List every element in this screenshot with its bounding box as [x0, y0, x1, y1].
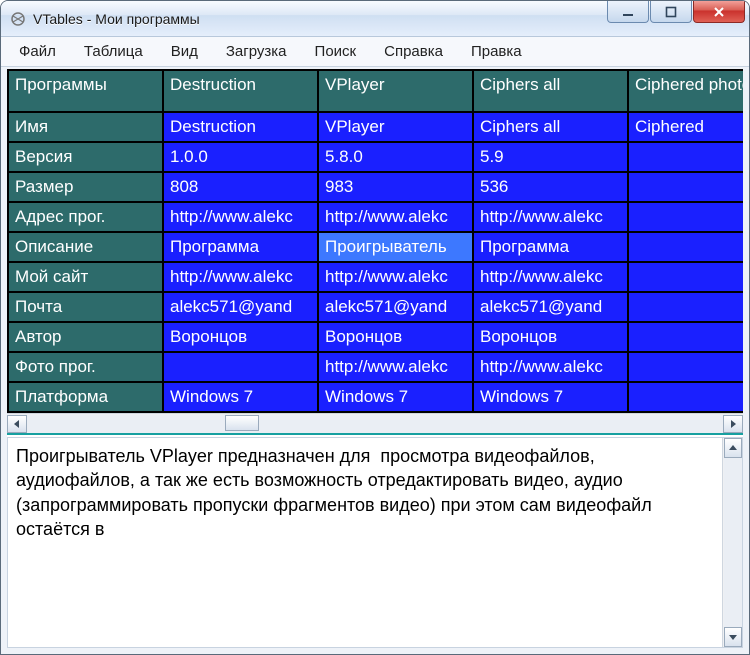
scroll-track[interactable]: [27, 415, 723, 433]
grid-cell[interactable]: alekc571@yand: [473, 292, 628, 322]
grid-row-header[interactable]: Адрес прог.: [8, 202, 163, 232]
scroll-right-button[interactable]: [723, 415, 743, 433]
grid-cell[interactable]: [628, 142, 743, 172]
grid-cell[interactable]: [628, 202, 743, 232]
grid-col-header[interactable]: Destruction: [163, 70, 318, 112]
grid-row-header[interactable]: Имя: [8, 112, 163, 142]
grid-cell[interactable]: Воронцов: [318, 322, 473, 352]
grid-row: Платформа Windows 7 Windows 7 Windows 7: [8, 382, 743, 412]
window-buttons: [606, 1, 749, 36]
grid-cell[interactable]: http://www.alekc: [318, 262, 473, 292]
app-window: VTables - Мои программы Файл Таблица Вид…: [0, 0, 750, 655]
grid-row: Версия 1.0.0 5.8.0 5.9: [8, 142, 743, 172]
scroll-up-button[interactable]: [724, 438, 742, 458]
grid-cell[interactable]: 983: [318, 172, 473, 202]
titlebar: VTables - Мои программы: [1, 1, 749, 37]
menu-table[interactable]: Таблица: [72, 39, 155, 64]
grid-cell[interactable]: Windows 7: [163, 382, 318, 412]
grid-cell[interactable]: http://www.alekc: [163, 202, 318, 232]
grid-row: Размер 808 983 536: [8, 172, 743, 202]
data-grid[interactable]: Программы Destruction VPlayer Ciphers al…: [7, 69, 743, 413]
minimize-button[interactable]: [607, 1, 649, 23]
grid-cell[interactable]: [163, 352, 318, 382]
grid-cell[interactable]: http://www.alekc: [163, 262, 318, 292]
grid-cell[interactable]: Destruction: [163, 112, 318, 142]
grid-header-row: Программы Destruction VPlayer Ciphers al…: [8, 70, 743, 112]
grid-row-header[interactable]: Автор: [8, 322, 163, 352]
grid-cell[interactable]: 808: [163, 172, 318, 202]
grid-row: Фото прог. http://www.alekc http://www.a…: [8, 352, 743, 382]
grid-cell[interactable]: Windows 7: [473, 382, 628, 412]
grid-cell[interactable]: 5.9: [473, 142, 628, 172]
grid-row-header[interactable]: Фото прог.: [8, 352, 163, 382]
grid-cell[interactable]: alekc571@yand: [163, 292, 318, 322]
grid-row: Описание Программа Проигрыватель Програм…: [8, 232, 743, 262]
client-area: Программы Destruction VPlayer Ciphers al…: [7, 69, 743, 648]
grid-row-header[interactable]: Почта: [8, 292, 163, 322]
scroll-thumb[interactable]: [225, 415, 259, 431]
grid-cell[interactable]: Ciphered: [628, 112, 743, 142]
grid-row-header[interactable]: Мой сайт: [8, 262, 163, 292]
grid-cell[interactable]: http://www.alekc: [318, 352, 473, 382]
grid-cell[interactable]: Программа: [163, 232, 318, 262]
menu-edit[interactable]: Правка: [459, 39, 534, 64]
grid-cell[interactable]: http://www.alekc: [473, 262, 628, 292]
scroll-track-vertical[interactable]: [724, 458, 742, 627]
scroll-left-button[interactable]: [7, 415, 27, 433]
menu-view[interactable]: Вид: [159, 39, 210, 64]
grid-col-header[interactable]: VPlayer: [318, 70, 473, 112]
grid-row: Адрес прог. http://www.alekc http://www.…: [8, 202, 743, 232]
grid-cell[interactable]: [628, 232, 743, 262]
grid-cell-selected[interactable]: Проигрыватель: [318, 232, 473, 262]
grid-cell[interactable]: 1.0.0: [163, 142, 318, 172]
window-title: VTables - Мои программы: [33, 11, 606, 27]
menu-file[interactable]: Файл: [7, 39, 68, 64]
grid-cell[interactable]: Windows 7: [318, 382, 473, 412]
grid-cell[interactable]: [628, 292, 743, 322]
grid-cell[interactable]: [628, 322, 743, 352]
grid-corner-cell[interactable]: Программы: [8, 70, 163, 112]
grid-cell[interactable]: 5.8.0: [318, 142, 473, 172]
menu-search[interactable]: Поиск: [303, 39, 369, 64]
grid-row: Имя Destruction VPlayer Ciphers all Ciph…: [8, 112, 743, 142]
menu-load[interactable]: Загрузка: [214, 39, 299, 64]
grid-row-header[interactable]: Платформа: [8, 382, 163, 412]
grid-row-header[interactable]: Размер: [8, 172, 163, 202]
grid-cell[interactable]: Программа: [473, 232, 628, 262]
grid-row: Автор Воронцов Воронцов Воронцов: [8, 322, 743, 352]
vertical-scrollbar[interactable]: [722, 438, 742, 647]
grid-col-header[interactable]: Ciphers all: [473, 70, 628, 112]
grid-cell[interactable]: http://www.alekc: [318, 202, 473, 232]
description-panel: Проигрыватель VPlayer предназначен для п…: [7, 437, 743, 648]
scroll-down-button[interactable]: [724, 627, 742, 647]
app-icon: [9, 10, 27, 28]
grid-cell[interactable]: [628, 262, 743, 292]
grid-cell[interactable]: [628, 382, 743, 412]
grid-cell[interactable]: Ciphers all: [473, 112, 628, 142]
grid-row-header[interactable]: Версия: [8, 142, 163, 172]
grid-cell[interactable]: 536: [473, 172, 628, 202]
grid-cell[interactable]: Воронцов: [473, 322, 628, 352]
grid-cell[interactable]: [628, 172, 743, 202]
grid-cell[interactable]: [628, 352, 743, 382]
description-text[interactable]: Проигрыватель VPlayer предназначен для п…: [8, 438, 722, 647]
grid-cell[interactable]: alekc571@yand: [318, 292, 473, 322]
grid-row-header[interactable]: Описание: [8, 232, 163, 262]
horizontal-scrollbar[interactable]: [7, 413, 743, 433]
grid-cell[interactable]: VPlayer: [318, 112, 473, 142]
menu-help[interactable]: Справка: [372, 39, 455, 64]
grid-row: Мой сайт http://www.alekc http://www.ale…: [8, 262, 743, 292]
grid-container: Программы Destruction VPlayer Ciphers al…: [7, 69, 743, 435]
menubar: Файл Таблица Вид Загрузка Поиск Справка …: [1, 37, 749, 67]
close-button[interactable]: [693, 1, 745, 23]
maximize-button[interactable]: [650, 1, 692, 23]
grid-col-header[interactable]: Ciphered photos: [628, 70, 743, 112]
grid-row: Почта alekc571@yand alekc571@yand alekc5…: [8, 292, 743, 322]
grid-cell[interactable]: Воронцов: [163, 322, 318, 352]
grid-cell[interactable]: http://www.alekc: [473, 202, 628, 232]
grid-cell[interactable]: http://www.alekc: [473, 352, 628, 382]
